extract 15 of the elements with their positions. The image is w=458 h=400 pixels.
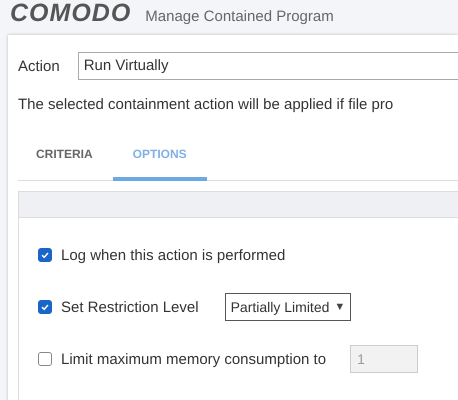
option-label: Set Restriction Level (61, 298, 199, 316)
checkbox[interactable] (38, 352, 52, 366)
check-icon (40, 302, 50, 312)
description-text: The selected containment action will be applied if file pro (18, 96, 394, 113)
option-label: Limit maximum memory consumption to (61, 350, 326, 368)
action-field[interactable]: Run Virtually (78, 52, 458, 80)
checkbox[interactable] (38, 300, 52, 314)
checkbox[interactable] (38, 248, 52, 262)
action-label: Action (18, 58, 60, 74)
window-title: Manage Contained Program (145, 8, 334, 26)
option-label: Log when this action is performed (61, 246, 286, 264)
logo: COMODO (10, 1, 132, 26)
restriction-dropdown[interactable]: Partially Limited ▼ (224, 293, 352, 321)
check-icon (40, 250, 50, 260)
tab[interactable]: CRITERIA (18, 132, 113, 181)
